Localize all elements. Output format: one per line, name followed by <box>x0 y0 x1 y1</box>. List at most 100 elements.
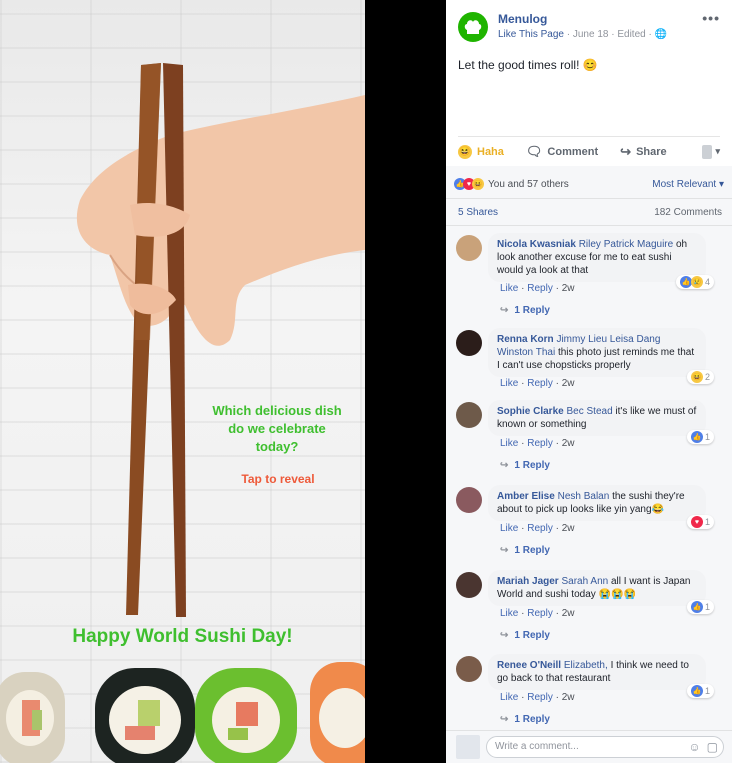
commenter-name[interactable]: Amber Elise <box>497 491 555 502</box>
commenter-name[interactable]: Renee O'Neill <box>497 660 561 671</box>
share-label: Share <box>636 145 667 158</box>
current-user-avatar[interactable] <box>456 735 480 759</box>
promo-title: Happy World Sushi Day! <box>72 626 293 647</box>
avatar[interactable] <box>456 330 482 356</box>
haha-button[interactable]: 😆 Haha <box>458 144 504 159</box>
reaction-summary[interactable]: 👍 ♥ 😆 You and 57 others Most Relevant ▾ <box>454 174 724 194</box>
comment-reactions[interactable]: 👍 1 <box>686 684 714 698</box>
comment-like-link[interactable]: Like <box>500 523 518 534</box>
more-options-icon[interactable]: ••• <box>702 10 720 26</box>
comment-like-link[interactable]: Like <box>500 438 518 449</box>
write-comment-bar: Write a comment... ☺ ▢ <box>446 730 732 763</box>
view-replies[interactable]: ↪ 1 Reply <box>500 545 550 556</box>
audience-selector[interactable]: ▾ <box>702 144 720 159</box>
view-replies[interactable]: ↪ 1 Reply <box>500 630 550 641</box>
comment-button[interactable]: 🗨 Comment <box>526 144 598 160</box>
comment-reply-link[interactable]: Reply <box>527 608 553 619</box>
post-date[interactable]: June 18 <box>573 29 609 40</box>
tap-to-reveal[interactable]: Tap to reveal <box>230 472 326 486</box>
like-page-link[interactable]: Like This Page <box>498 29 564 40</box>
avatar[interactable] <box>456 402 482 428</box>
replies-label: 1 Reply <box>514 630 550 641</box>
page-name[interactable]: Menulog <box>498 12 547 26</box>
comment-time[interactable]: 2w <box>562 438 575 449</box>
comment-reactions[interactable]: ♥ 1 <box>686 515 714 529</box>
globe-icon: 🌐 <box>654 29 668 40</box>
comment-reply-link[interactable]: Reply <box>527 378 553 389</box>
sort-dropdown[interactable]: Most Relevant ▾ <box>652 179 724 190</box>
comment-reactions[interactable]: 👍 1 <box>686 430 714 444</box>
tagged-users[interactable]: Bec Stead <box>566 406 612 417</box>
comment-reaction-count: 1 <box>704 432 710 442</box>
haha-icon: 😆 <box>690 371 703 383</box>
reply-arrow-icon: ↪ <box>500 305 509 316</box>
comment-time[interactable]: 2w <box>562 692 575 703</box>
reaction-count[interactable]: You and 57 others <box>488 179 569 190</box>
comment-time[interactable]: 2w <box>562 378 575 389</box>
shares-count[interactable]: 5 Shares <box>458 207 498 218</box>
comment-bubble: Mariah Jager Sarah Ann all I want is Jap… <box>488 570 706 606</box>
view-replies[interactable]: ↪ 1 Reply <box>500 460 550 471</box>
chopsticks-hand-illustration <box>0 63 365 763</box>
comment-like-link[interactable]: Like <box>500 608 518 619</box>
avatar[interactable] <box>456 572 482 598</box>
comment-actions: Like · Reply · 2w <box>500 378 575 389</box>
comment-like-link[interactable]: Like <box>500 692 518 703</box>
commenter-name[interactable]: Nicola Kwasniak <box>497 239 576 250</box>
comment-bubble: Sophie Clarke Bec Stead it's like we mus… <box>488 400 706 436</box>
tagged-users[interactable]: Elizabeth, <box>564 660 608 671</box>
commenter-name[interactable]: Mariah Jager <box>497 576 559 587</box>
comment-reaction-count: 1 <box>704 602 710 612</box>
tagged-users[interactable]: Sarah Ann <box>561 576 608 587</box>
haha-icon: 😆 <box>472 178 484 190</box>
love-icon: ♥ <box>690 516 703 528</box>
comment-reply-link[interactable]: Reply <box>527 523 553 534</box>
lightbox-gap <box>365 0 446 763</box>
avatar[interactable] <box>456 656 482 682</box>
menulog-logo-avatar[interactable] <box>458 12 488 42</box>
replies-label: 1 Reply <box>514 305 550 316</box>
comment-reactions[interactable]: 👍 😢 4 <box>675 275 714 289</box>
tagged-users[interactable]: Riley Patrick Maguire <box>579 239 673 250</box>
share-comment-counts: 5 Shares 182 Comments <box>446 198 732 226</box>
view-replies[interactable]: ↪ 1 Reply <box>500 714 550 725</box>
comment-actions: Like · Reply · 2w <box>500 438 575 449</box>
emoji-icon[interactable]: ☺ <box>688 740 700 754</box>
chef-hat-icon <box>464 20 482 34</box>
post-image[interactable]: Which delicious dish do we celebrate tod… <box>0 0 365 763</box>
comment-time[interactable]: 2w <box>562 608 575 619</box>
commenter-name[interactable]: Renna Korn <box>497 334 554 345</box>
comment-time[interactable]: 2w <box>562 283 575 294</box>
comment-reply-link[interactable]: Reply <box>527 692 553 703</box>
edited-label[interactable]: Edited <box>617 29 645 40</box>
avatar[interactable] <box>456 235 482 261</box>
comment-actions: Like · Reply · 2w <box>500 283 575 294</box>
comment-time[interactable]: 2w <box>562 523 575 534</box>
comment-reaction-count: 4 <box>704 277 710 287</box>
tagged-users[interactable]: Nesh Balan <box>558 491 610 502</box>
comments-count[interactable]: 182 Comments <box>654 207 722 218</box>
sushi-roll-1 <box>0 672 65 763</box>
like-icon: 👍 <box>690 601 703 613</box>
share-icon: ↪ <box>620 143 632 159</box>
post-header: Menulog Like This Page · June 18 · Edite… <box>446 0 732 50</box>
comment-reactions[interactable]: 😆 2 <box>686 370 714 384</box>
chevron-down-icon: ▾ <box>715 146 720 156</box>
like-icon: 👍 <box>690 431 703 443</box>
comment-reply-link[interactable]: Reply <box>527 438 553 449</box>
comment-bubble: Nicola Kwasniak Riley Patrick Maguire oh… <box>488 233 706 282</box>
sticker-icon[interactable]: ▢ <box>707 740 718 754</box>
commenter-name[interactable]: Sophie Clarke <box>497 406 564 417</box>
comment-actions: Like · Reply · 2w <box>500 692 575 703</box>
reply-arrow-icon: ↪ <box>500 630 509 641</box>
share-button[interactable]: ↪ Share <box>620 144 666 160</box>
comment-reply-link[interactable]: Reply <box>527 283 553 294</box>
avatar[interactable] <box>456 487 482 513</box>
reply-arrow-icon: ↪ <box>500 714 509 725</box>
sushi-roll-2 <box>95 668 195 763</box>
comment-reaction-count: 1 <box>704 686 710 696</box>
view-replies[interactable]: ↪ 1 Reply <box>500 305 550 316</box>
comment-like-link[interactable]: Like <box>500 283 518 294</box>
comment-like-link[interactable]: Like <box>500 378 518 389</box>
comment-reactions[interactable]: 👍 1 <box>686 600 714 614</box>
